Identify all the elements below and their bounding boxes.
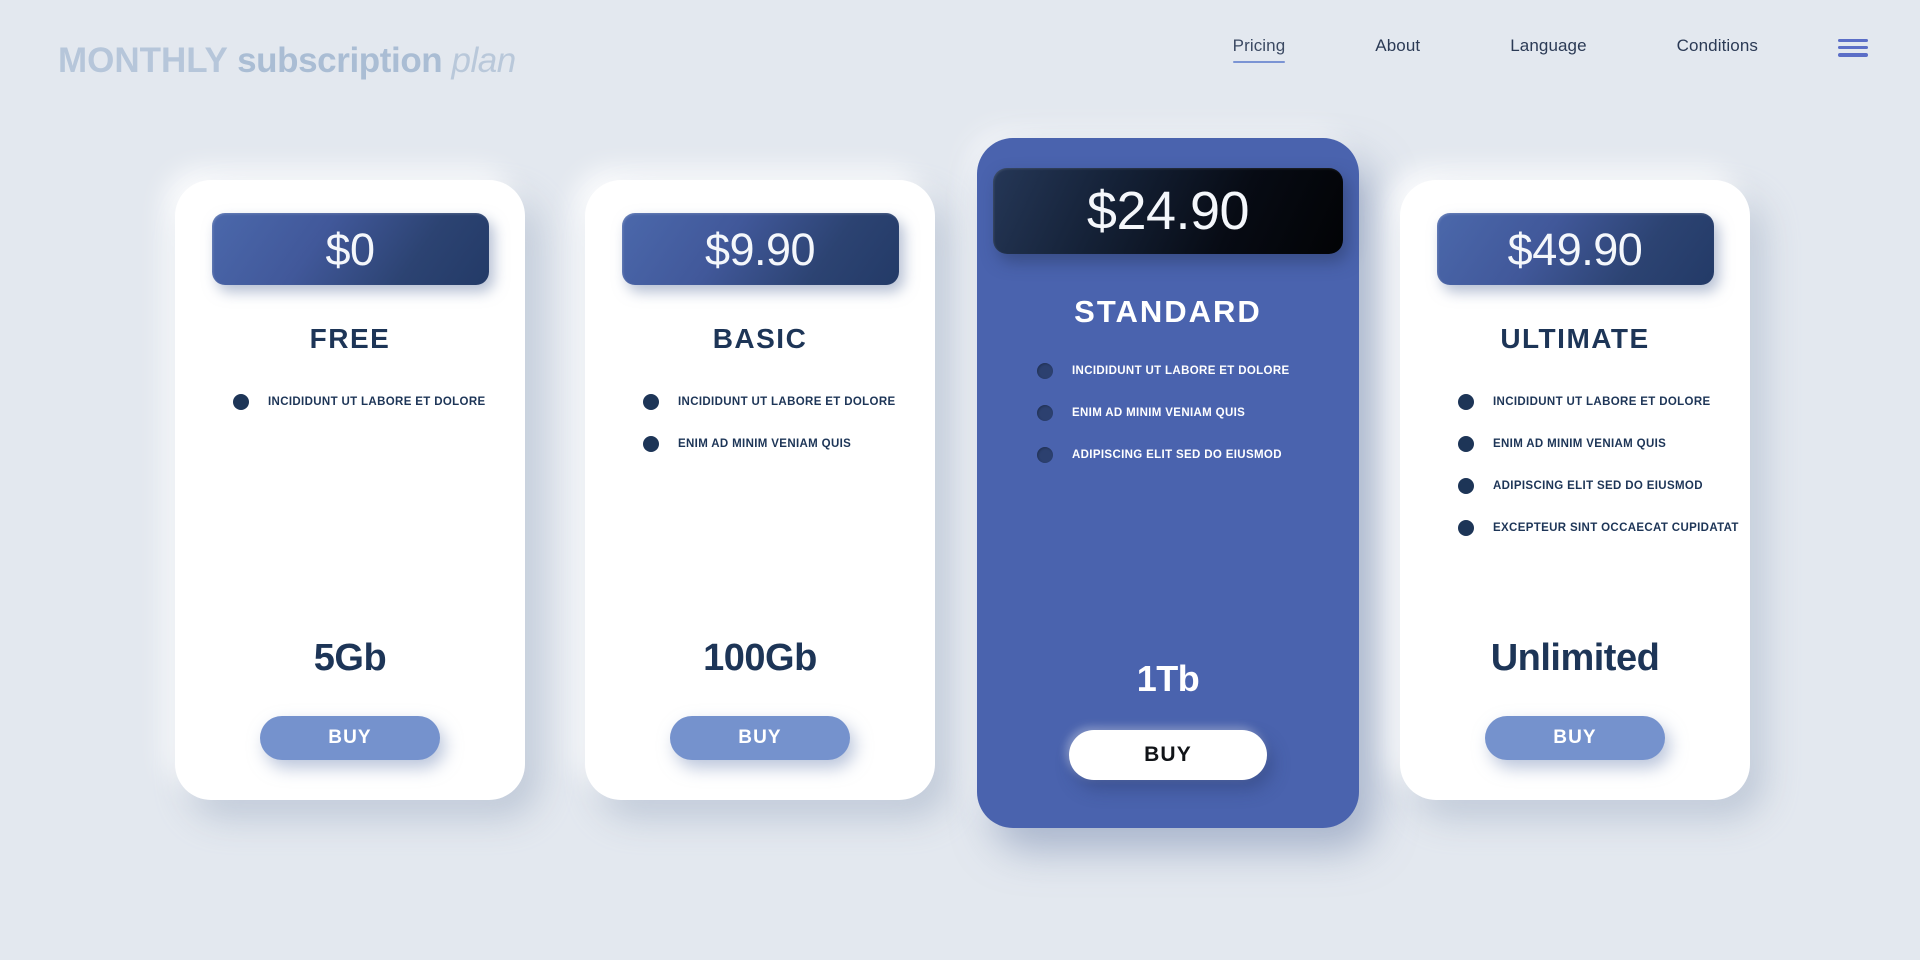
price-value-standard: $24.90	[1086, 181, 1250, 241]
storage-value-free: 5Gb	[313, 637, 387, 679]
buy-button-standard[interactable]: BUY	[1069, 730, 1267, 780]
storage-value-standard: 1Tb	[1136, 658, 1200, 699]
price-badge-ultimate: $49.90	[1436, 213, 1714, 285]
plan-title-basic: BASIC	[712, 323, 808, 354]
feature-list-free: INCIDIDUNT UT LABORE ET DOLORE	[175, 394, 525, 410]
bullet-dot-icon	[1458, 520, 1474, 536]
bullet-dot-icon	[1458, 436, 1474, 452]
price-value-basic: $9.90	[704, 223, 816, 275]
feature-list-basic: INCIDIDUNT UT LABORE ET DOLORE ENIM AD M…	[585, 394, 935, 452]
hamburger-menu-icon[interactable]	[1838, 38, 1868, 61]
feature-label: ENIM AD MINIM VENIAM QUIS	[1493, 438, 1667, 450]
hamburger-bar-2	[1838, 45, 1868, 50]
plan-title-standard: STANDARD	[1074, 294, 1262, 329]
buy-button-ultimate[interactable]: BUY	[1485, 716, 1665, 760]
feature-label: EXCEPTEUR SINT OCCAECAT CUPIDATAT	[1493, 522, 1739, 534]
pricing-card-free[interactable]: $0 FREE INCIDIDUNT UT LABORE ET DOLORE 5…	[175, 180, 525, 800]
site-logo: MONTHLY subscription plan	[58, 43, 516, 78]
bullet-dot-icon	[643, 394, 659, 410]
feature-label: ADIPISCING ELIT SED DO EIUSMOD	[1493, 480, 1703, 492]
plan-title-free: FREE	[309, 323, 391, 354]
price-badge-free: $0	[211, 213, 489, 285]
bullet-dot-icon	[1458, 478, 1474, 494]
hamburger-bar-1	[1838, 38, 1868, 42]
feature-label: ENIM AD MINIM VENIAM QUIS	[678, 438, 852, 450]
feature-item: ENIM AD MINIM VENIAM QUIS	[643, 436, 935, 452]
pricing-card-basic[interactable]: $9.90 BASIC INCIDIDUNT UT LABORE ET DOLO…	[585, 180, 935, 800]
price-value-ultimate: $49.90	[1507, 223, 1643, 275]
storage-value-ultimate: Unlimited	[1490, 637, 1660, 679]
nav-item-pricing[interactable]: Pricing	[1232, 36, 1286, 63]
buy-button-basic[interactable]: BUY	[670, 716, 850, 760]
feature-label: ADIPISCING ELIT SED DO EIUSMOD	[1072, 449, 1282, 461]
storage-value-basic: 100Gb	[703, 637, 817, 679]
nav-item-conditions[interactable]: Conditions	[1677, 36, 1758, 63]
feature-item: ADIPISCING ELIT SED DO EIUSMOD	[1037, 447, 1359, 463]
feature-item: INCIDIDUNT UT LABORE ET DOLORE	[1037, 363, 1359, 379]
bullet-dot-icon	[1037, 363, 1053, 379]
main-navigation: Pricing About Language Conditions	[1232, 36, 1868, 63]
plan-title-ultimate: ULTIMATE	[1500, 323, 1650, 354]
nav-item-about[interactable]: About	[1375, 36, 1420, 63]
hamburger-bar-3	[1838, 53, 1868, 57]
feature-label: INCIDIDUNT UT LABORE ET DOLORE	[678, 396, 896, 408]
page-header: MONTHLY subscription plan Pricing About …	[0, 0, 1920, 110]
bullet-dot-icon	[643, 436, 659, 452]
bullet-dot-icon	[1458, 394, 1474, 410]
nav-item-language[interactable]: Language	[1510, 36, 1586, 63]
feature-item: ADIPISCING ELIT SED DO EIUSMOD	[1458, 478, 1750, 494]
bullet-dot-icon	[1037, 447, 1053, 463]
logo-word-subscription: subscription	[237, 41, 443, 80]
bullet-dot-icon	[1037, 405, 1053, 421]
feature-list-ultimate: INCIDIDUNT UT LABORE ET DOLORE ENIM AD M…	[1400, 394, 1750, 536]
feature-item: ENIM AD MINIM VENIAM QUIS	[1458, 436, 1750, 452]
bullet-dot-icon	[233, 394, 249, 410]
pricing-card-ultimate[interactable]: $49.90 ULTIMATE INCIDIDUNT UT LABORE ET …	[1400, 180, 1750, 800]
logo-word-plan: plan	[451, 41, 517, 80]
buy-button-free[interactable]: BUY	[260, 716, 440, 760]
feature-item: INCIDIDUNT UT LABORE ET DOLORE	[233, 394, 525, 410]
logo-word-monthly: MONTHLY	[58, 41, 228, 80]
feature-list-standard: INCIDIDUNT UT LABORE ET DOLORE ENIM AD M…	[977, 363, 1359, 463]
price-badge-basic: $9.90	[621, 213, 899, 285]
pricing-cards-container: $0 FREE INCIDIDUNT UT LABORE ET DOLORE 5…	[0, 110, 1920, 960]
feature-label: INCIDIDUNT UT LABORE ET DOLORE	[1072, 365, 1290, 377]
price-badge-standard: $24.90	[993, 168, 1343, 254]
feature-label: INCIDIDUNT UT LABORE ET DOLORE	[268, 396, 486, 408]
price-value-free: $0	[325, 223, 375, 275]
feature-label: INCIDIDUNT UT LABORE ET DOLORE	[1493, 396, 1711, 408]
feature-item: INCIDIDUNT UT LABORE ET DOLORE	[643, 394, 935, 410]
pricing-card-standard[interactable]: $24.90 STANDARD INCIDIDUNT UT LABORE ET …	[977, 138, 1359, 828]
feature-item: ENIM AD MINIM VENIAM QUIS	[1037, 405, 1359, 421]
feature-item: INCIDIDUNT UT LABORE ET DOLORE	[1458, 394, 1750, 410]
feature-label: ENIM AD MINIM VENIAM QUIS	[1072, 407, 1246, 419]
feature-item: EXCEPTEUR SINT OCCAECAT CUPIDATAT	[1458, 520, 1750, 536]
